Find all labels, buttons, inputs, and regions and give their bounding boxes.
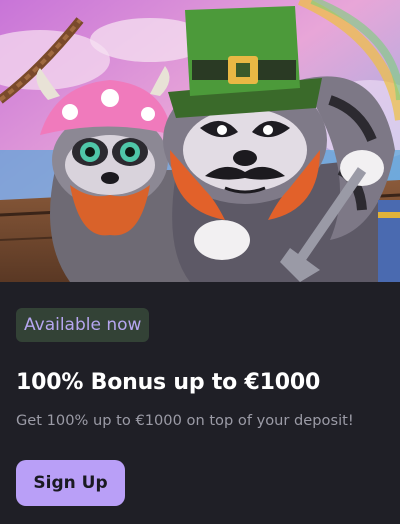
availability-badge: Available now: [16, 308, 150, 342]
promo-banner-image: [0, 0, 400, 282]
promo-title: 100% Bonus up to €1000: [16, 370, 321, 395]
sign-up-button[interactable]: Sign Up: [16, 460, 125, 506]
promo-content: Available now 100% Bonus up to €1000 Get…: [0, 282, 400, 524]
promo-card: Available now 100% Bonus up to €1000 Get…: [0, 0, 400, 524]
promo-subtitle: Get 100% up to €1000 on top of your depo…: [16, 412, 354, 429]
